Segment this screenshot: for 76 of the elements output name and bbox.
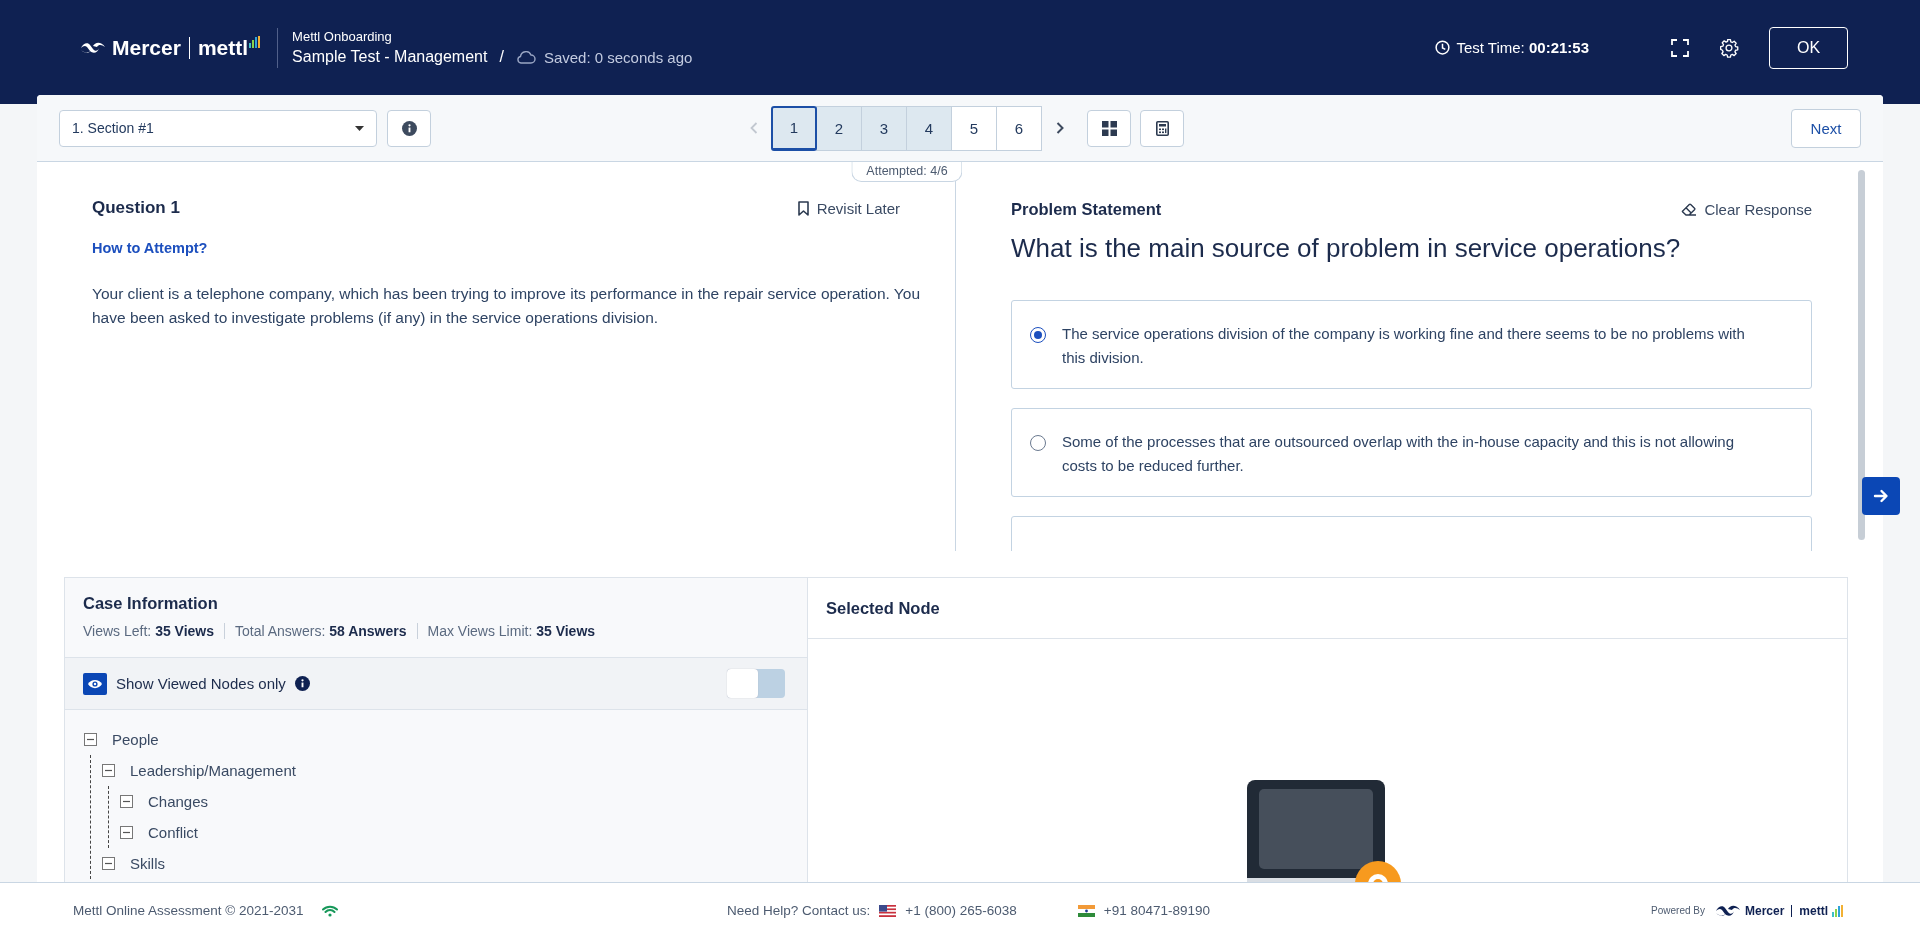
clear-response-link[interactable]: Clear Response xyxy=(1704,201,1812,218)
tree-node[interactable]: Conflict xyxy=(148,824,199,841)
test-timer: Test Time: 00:21:53 xyxy=(1456,39,1589,56)
flag-icon xyxy=(879,904,897,917)
copyright-text: Mettl Online Assessment © 2021-2031 xyxy=(73,903,304,918)
tree-node[interactable]: Leadership/Management xyxy=(130,762,296,779)
clock-icon xyxy=(1435,40,1451,55)
logo-icon xyxy=(80,40,106,55)
tree-node[interactable]: Changes xyxy=(148,793,209,810)
fullscreen-icon[interactable] xyxy=(1671,38,1689,57)
bookmark-icon[interactable] xyxy=(797,200,809,216)
product-name: mettl xyxy=(1799,903,1828,918)
page-button[interactable]: 2 xyxy=(816,105,862,151)
collapse-icon[interactable] xyxy=(120,826,133,839)
calculator-icon xyxy=(1155,120,1169,136)
test-subtitle: Mettl Onboarding xyxy=(292,29,393,44)
case-stat: Views Left: 35 Views xyxy=(83,623,216,639)
page-button[interactable]: 6 xyxy=(996,105,1042,151)
page-button[interactable]: 1 xyxy=(771,105,817,151)
case-stat: Max Views Limit: 35 Views xyxy=(416,623,606,639)
phone-number: +1 (800) 265-6038 xyxy=(905,903,1017,918)
selected-node-title: Selected Node xyxy=(808,578,1847,639)
next-arrow-button[interactable] xyxy=(1862,477,1900,515)
collapse-icon[interactable] xyxy=(102,857,115,870)
eye-icon xyxy=(83,672,107,695)
phone-number: +91 80471-89190 xyxy=(1103,903,1211,918)
collapse-icon[interactable] xyxy=(102,764,115,777)
separator: / xyxy=(499,48,504,66)
question-text: Your client is a telephone company, which has been trying to improve its performance in the repair service operation. You have been asked to investigate problems (if any) in the service operations division. xyxy=(92,284,921,328)
ok-button[interactable]: OK xyxy=(1769,26,1848,69)
settings-icon[interactable] xyxy=(1719,37,1739,58)
how-to-attempt-link[interactable]: How to Attempt? xyxy=(92,240,935,256)
section-dropdown[interactable]: 1. Section #1 xyxy=(59,109,377,147)
grid-icon xyxy=(1101,120,1117,136)
scrollbar[interactable] xyxy=(1858,170,1865,540)
caret-icon xyxy=(355,125,364,131)
bars-icon xyxy=(249,35,262,48)
product-name: mettl xyxy=(197,35,249,60)
logo-icon xyxy=(1714,903,1741,918)
filter-label: Show Viewed Nodes only xyxy=(116,675,286,692)
tree-node[interactable]: People xyxy=(112,731,159,748)
test-name: Sample Test - Management xyxy=(292,48,488,66)
bars-icon xyxy=(1832,904,1844,917)
collapse-icon[interactable] xyxy=(120,795,133,808)
cloud-icon xyxy=(515,50,536,64)
page-button[interactable]: 4 xyxy=(906,105,952,151)
eraser-icon[interactable] xyxy=(1681,203,1698,216)
case-stat: Total Answers: 58 Answers xyxy=(224,623,417,639)
page-button[interactable]: 3 xyxy=(861,105,907,151)
info-icon xyxy=(401,120,417,136)
page-button[interactable]: 5 xyxy=(951,105,997,151)
grid-button[interactable] xyxy=(1087,109,1131,147)
brand-name: Mercer xyxy=(112,35,181,60)
tree-node[interactable]: Skills xyxy=(130,855,165,872)
revisit-later-link[interactable]: Revisit Later xyxy=(816,199,900,217)
case-info-title: Case Information xyxy=(83,594,219,613)
next-button[interactable]: Next xyxy=(1791,108,1861,148)
toggle-switch[interactable] xyxy=(727,669,785,698)
wifi-icon xyxy=(321,904,338,917)
arrow-right-icon xyxy=(1873,488,1889,504)
problem-title: Problem Statement xyxy=(1011,200,1162,219)
flag-icon xyxy=(1077,904,1095,917)
problem-question: What is the main source of problem in service operations? xyxy=(1011,233,1682,264)
calculator-button[interactable] xyxy=(1140,109,1184,147)
save-status: Saved: 0 seconds ago xyxy=(543,48,693,66)
chevron-right-icon[interactable] xyxy=(1056,122,1064,134)
info-icon[interactable] xyxy=(294,676,310,691)
info-button[interactable] xyxy=(387,109,431,147)
collapse-icon[interactable] xyxy=(84,733,97,746)
attempted-count: Attempted: 4/6 xyxy=(851,161,963,182)
brand-name: Mercer xyxy=(1744,903,1785,918)
powered-by-text: Powered By xyxy=(1651,905,1705,916)
answer-option[interactable]: The service operations division of the company is working fine and there seems to be no problems with this division. xyxy=(1011,300,1812,389)
question-title: Question 1 xyxy=(92,198,180,218)
help-text: Need Help? Contact us: xyxy=(727,903,871,918)
answer-option[interactable]: Some of the processes that are outsourced overlap with the in-house capacity and this is not allowing costs to be reduced further. xyxy=(1011,408,1812,497)
